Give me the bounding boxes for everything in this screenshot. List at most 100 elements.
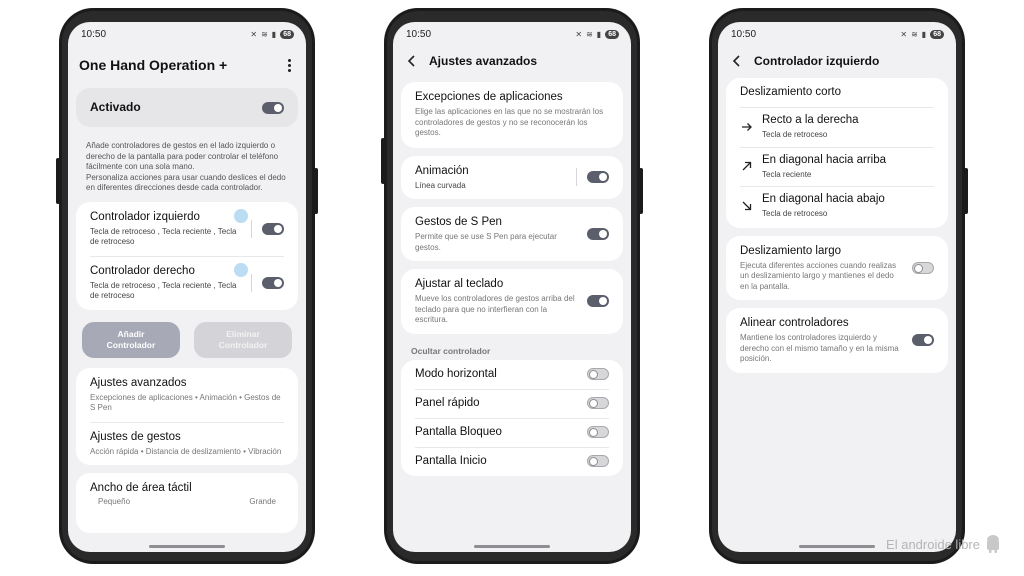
spen-gestures-card[interactable]: Gestos de S Pen Permite que se use S Pen…	[401, 207, 623, 261]
phone-frame-main: 10:50 ✕ ≋ ▮ 68 One Hand Operation + Acti…	[56, 8, 318, 564]
swipe-diagonal-up-row[interactable]: En diagonal hacia arriba Tecla reciente	[726, 146, 948, 187]
gesture-settings-row[interactable]: Ajustes de gestos Acción rápida • Distan…	[76, 421, 298, 466]
align-controllers-subtitle: Mantiene los controladores izquierdo y d…	[740, 333, 899, 363]
controller-right-row[interactable]: Controlador derecho Tecla de retroceso ,…	[76, 255, 298, 310]
back-arrow-icon[interactable]	[730, 54, 744, 68]
app-exceptions-card[interactable]: Excepciones de aplicaciones Elige las ap…	[401, 82, 623, 148]
align-controllers-toggle[interactable]	[912, 334, 934, 347]
controller-buttons: Añadir Controlador Eliminar Controlador	[68, 318, 306, 368]
status-icons: ✕ ≋ ▮ 68	[250, 29, 294, 39]
hide-controller-card: Modo horizontal Panel rápido Pantalla Bl…	[401, 359, 623, 476]
arrow-down-right-icon	[740, 199, 754, 213]
long-swipe-subtitle: Ejecuta diferentes acciones cuando reali…	[740, 260, 897, 291]
status-bar: 10:50 ✕ ≋ ▮ 68	[718, 22, 956, 46]
hide-lock-screen-title: Pantalla Bloqueo	[415, 425, 502, 438]
swipe-diagonal-down-action: Tecla de retroceso	[762, 209, 828, 218]
long-swipe-toggle[interactable]	[912, 261, 934, 274]
long-swipe-card[interactable]: Deslizamiento largo Ejecuta diferentes a…	[726, 235, 948, 300]
master-switch-label: Activado	[90, 100, 141, 114]
hide-quick-panel-row[interactable]: Panel rápido	[401, 388, 623, 418]
controller-left-toggle[interactable]	[262, 222, 284, 235]
touch-indicator	[234, 262, 248, 277]
swipe-diagonal-up-title: En diagonal hacia arriba	[762, 153, 887, 166]
arrow-up-right-icon	[740, 159, 754, 173]
hide-quick-panel-toggle[interactable]	[587, 397, 609, 409]
battery-indicator: 68	[605, 29, 619, 39]
swipe-straight-right-action: Tecla de retroceso	[762, 130, 828, 139]
hide-quick-panel-title: Panel rápido	[415, 396, 480, 409]
status-time: 10:50	[81, 28, 107, 40]
hide-home-screen-title: Pantalla Inicio	[415, 454, 487, 467]
remove-controller-button[interactable]: Eliminar Controlador	[194, 321, 292, 358]
gesture-settings-subtitle: Acción rápida • Distancia de deslizamien…	[90, 446, 282, 456]
wifi-icon: ≋	[261, 29, 268, 39]
master-toggle[interactable]	[262, 101, 284, 114]
master-switch-card[interactable]: Activado	[76, 88, 298, 127]
gesture-nav-bar[interactable]	[474, 545, 550, 548]
settings-card: Ajustes avanzados Excepciones de aplicac…	[76, 367, 298, 466]
controller-right-toggle[interactable]	[262, 276, 284, 289]
status-bar: 10:50 ✕ ≋ ▮ 68	[68, 22, 306, 46]
status-icons: ✕ ≋ ▮ 68	[900, 29, 944, 39]
hide-lock-screen-toggle[interactable]	[587, 426, 609, 438]
controller-right-title: Controlador derecho	[90, 264, 195, 277]
more-options-icon[interactable]	[284, 58, 294, 72]
hide-landscape-toggle[interactable]	[587, 368, 609, 380]
controllers-card: Controlador izquierdo Tecla de retroceso…	[76, 201, 298, 310]
spen-gestures-toggle[interactable]	[587, 228, 609, 240]
status-time: 10:50	[406, 28, 432, 40]
hide-lock-screen-row[interactable]: Pantalla Bloqueo	[401, 417, 623, 447]
page-header: Controlador izquierdo	[718, 46, 956, 76]
wifi-icon: ≋	[586, 29, 593, 39]
swipe-diagonal-down-row[interactable]: En diagonal hacia abajo Tecla de retroce…	[726, 186, 948, 228]
short-swipe-header-row: Deslizamiento corto	[726, 78, 948, 107]
touch-area-card: Ancho de área táctil Pequeño Grande	[76, 473, 298, 533]
animation-subtitle: Línea curvada	[415, 180, 466, 190]
keyboard-adjust-title: Ajustar al teclado	[415, 278, 504, 290]
keyboard-adjust-card[interactable]: Ajustar al teclado Mueve los controlador…	[401, 269, 623, 334]
hide-controller-section-label: Ocultar controlador	[411, 345, 491, 356]
hide-home-screen-toggle[interactable]	[587, 455, 609, 467]
phone-frame-left-controller: 10:50 ✕ ≋ ▮ 68 Controlador izquierdo Des…	[709, 8, 968, 564]
page-title: Ajustes avanzados	[429, 54, 538, 68]
status-icons: ✕ ≋ ▮ 68	[575, 29, 619, 39]
animation-card[interactable]: Animación Línea curvada	[401, 155, 623, 199]
divider	[576, 168, 577, 187]
advanced-settings-row[interactable]: Ajustes avanzados Excepciones de aplicac…	[76, 368, 298, 422]
keyboard-adjust-subtitle: Mueve los controladores de gestos arriba…	[415, 294, 575, 324]
gesture-nav-bar[interactable]	[149, 545, 225, 548]
animation-title: Animación	[415, 164, 469, 177]
align-controllers-title: Alinear controladores	[740, 317, 849, 329]
hide-landscape-title: Modo horizontal	[415, 367, 497, 380]
short-swipe-card: Deslizamiento corto Recto a la derecha T…	[726, 78, 948, 228]
battery-indicator: 68	[930, 29, 944, 39]
page-header: Ajustes avanzados	[393, 46, 631, 76]
feature-description: Añade controladores de gestos en el lado…	[86, 141, 286, 192]
controller-left-subtitle: Tecla de retroceso , Tecla reciente , Te…	[90, 226, 237, 247]
touch-area-row: Ancho de área táctil	[76, 473, 298, 500]
app-exceptions-subtitle: Elige las aplicaciones en las que no se …	[415, 107, 604, 137]
swipe-straight-right-title: Recto a la derecha	[762, 114, 859, 126]
hide-landscape-row[interactable]: Modo horizontal	[401, 360, 623, 389]
mute-icon: ✕	[900, 29, 908, 39]
side-button	[639, 168, 643, 214]
app-exceptions-title: Excepciones de aplicaciones	[415, 91, 563, 103]
side-button	[381, 138, 385, 184]
gesture-nav-bar[interactable]	[799, 545, 875, 548]
hide-home-screen-row[interactable]: Pantalla Inicio	[401, 446, 623, 476]
app-title: One Hand Operation +	[79, 57, 228, 73]
touch-area-title: Ancho de área táctil	[90, 482, 192, 494]
advanced-settings-title: Ajustes avanzados	[90, 376, 187, 389]
align-controllers-card[interactable]: Alinear controladores Mantiene los contr…	[726, 308, 948, 373]
keyboard-adjust-toggle[interactable]	[587, 295, 609, 308]
wifi-icon: ≋	[911, 29, 918, 39]
swipe-straight-right-row[interactable]: Recto a la derecha Tecla de retroceso	[726, 107, 948, 147]
animation-toggle[interactable]	[587, 171, 609, 184]
phone-frame-advanced: 10:50 ✕ ≋ ▮ 68 Ajustes avanzados Excepci…	[381, 8, 643, 564]
page-title: Controlador izquierdo	[754, 54, 880, 68]
add-controller-button[interactable]: Añadir Controlador	[82, 321, 180, 358]
short-swipe-header: Deslizamiento corto	[740, 86, 841, 98]
signal-icon: ▮	[921, 29, 927, 39]
controller-left-row[interactable]: Controlador izquierdo Tecla de retroceso…	[76, 202, 298, 256]
back-arrow-icon[interactable]	[405, 54, 419, 68]
